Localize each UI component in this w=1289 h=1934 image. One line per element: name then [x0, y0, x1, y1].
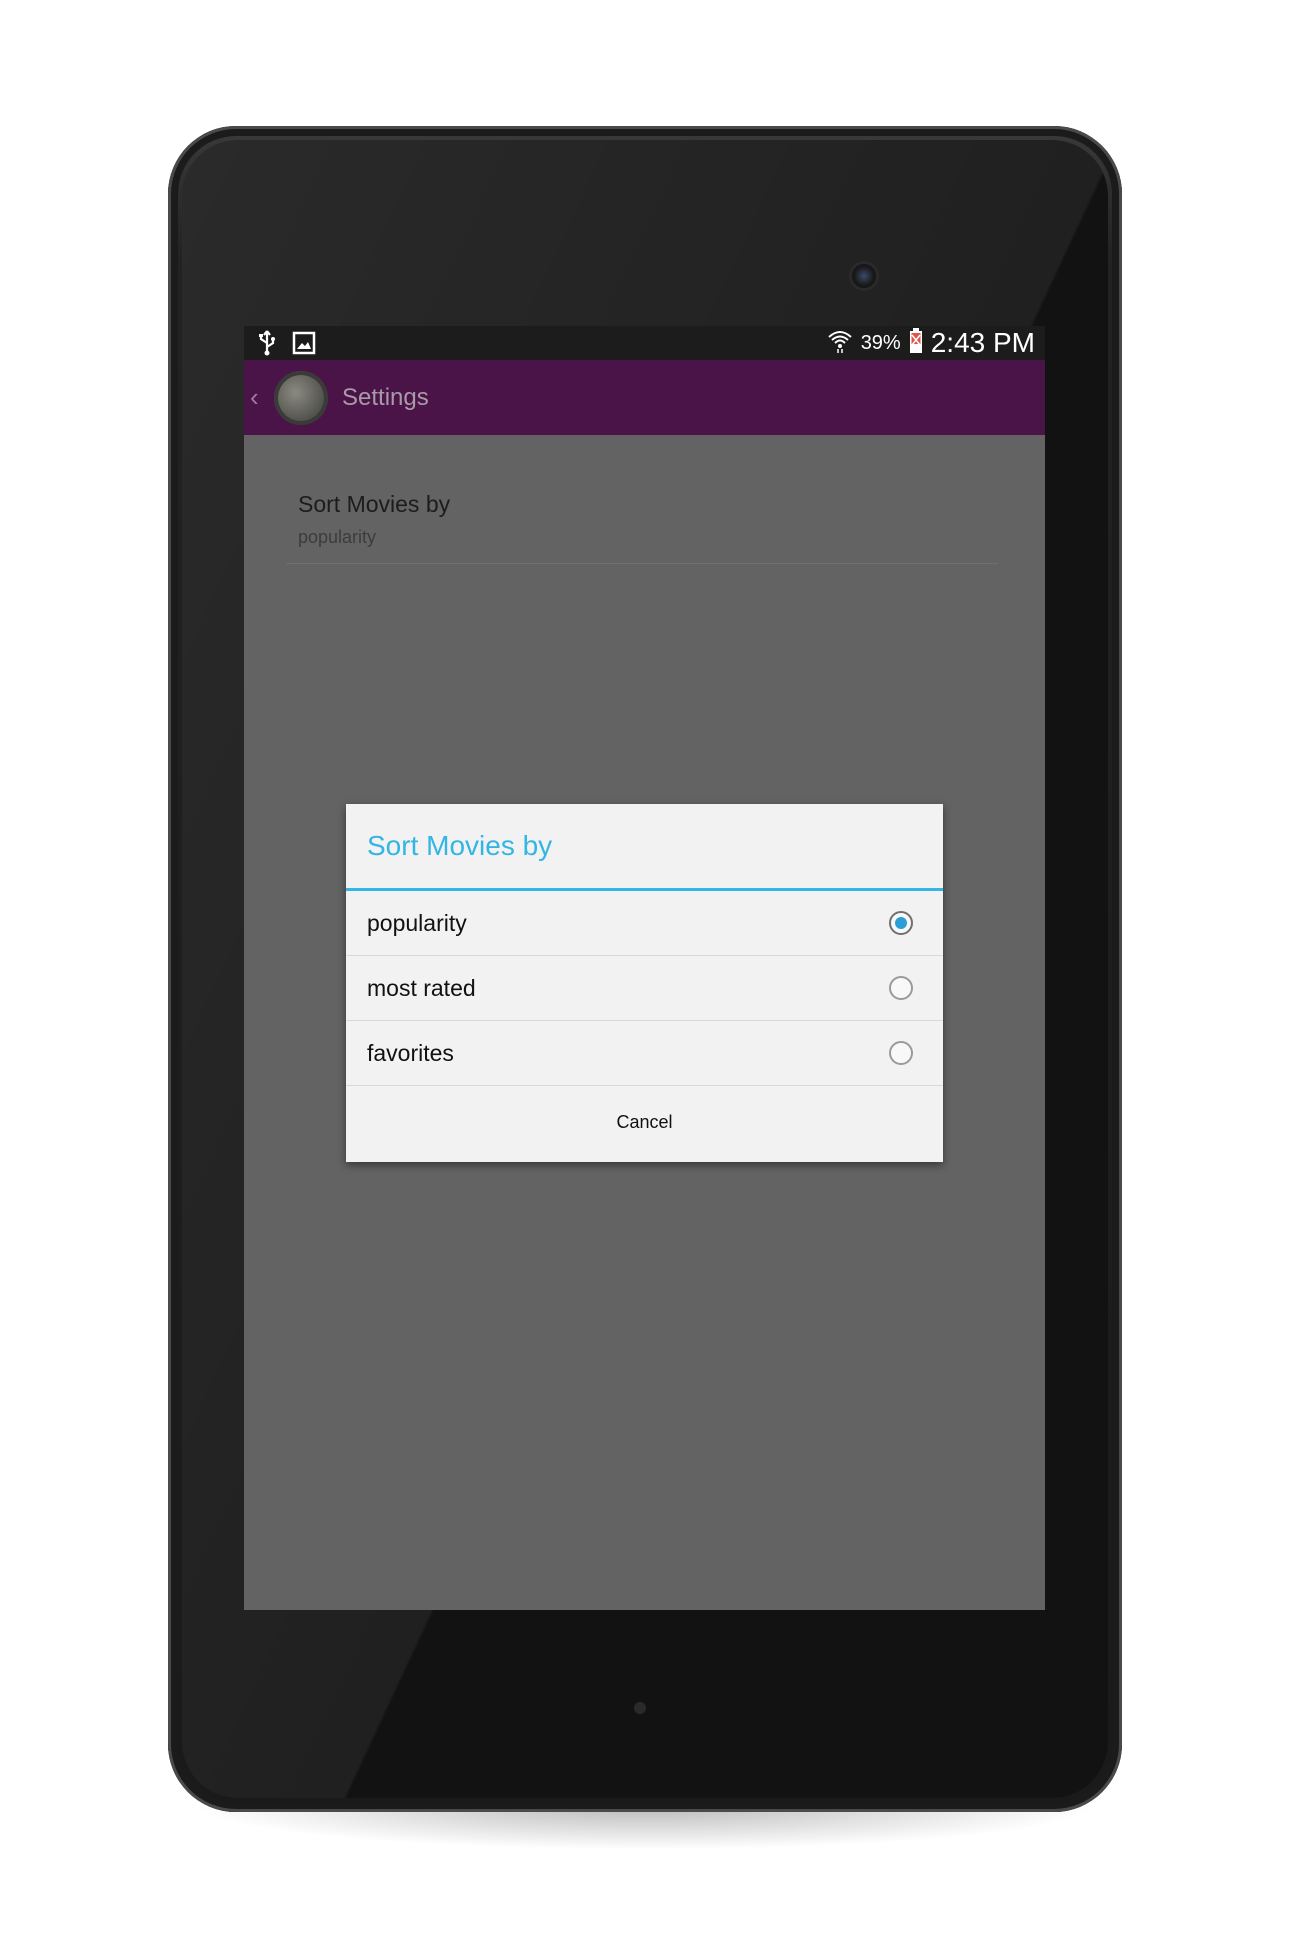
sort-dialog: Sort Movies by popularity most rated fav…	[346, 804, 943, 1162]
preference-summary: popularity	[298, 527, 377, 547]
radio-checked-icon[interactable]	[889, 911, 913, 935]
dialog-actions: Cancel	[346, 1086, 943, 1158]
front-camera	[852, 264, 876, 288]
device-screen: 39% 2:43 PM ‹ Settings Sort Movies by po…	[244, 326, 1045, 1610]
cancel-button[interactable]: Cancel	[616, 1112, 672, 1133]
status-clock: 2:43 PM	[930, 327, 1035, 358]
action-bar-title: Settings	[342, 383, 429, 411]
battery-percent: 39%	[860, 331, 901, 354]
option-popularity[interactable]: popularity	[346, 891, 943, 956]
preference-sort-movies[interactable]: Sort Movies by popularity	[286, 435, 998, 564]
option-favorites[interactable]: favorites	[346, 1021, 943, 1086]
preference-title: Sort Movies by	[298, 491, 451, 517]
app-logo-icon[interactable]	[274, 370, 328, 425]
status-bar: 39% 2:43 PM	[244, 326, 1045, 360]
radio-unchecked-icon[interactable]	[889, 976, 913, 1000]
option-label: most rated	[367, 974, 476, 1001]
option-most-rated[interactable]: most rated	[346, 956, 943, 1021]
image-icon	[292, 331, 316, 360]
dialog-title: Sort Movies by	[346, 804, 943, 891]
back-chevron-icon[interactable]: ‹	[250, 382, 270, 413]
option-label: favorites	[367, 1039, 454, 1066]
radio-unchecked-icon[interactable]	[889, 1041, 913, 1065]
battery-icon	[909, 327, 923, 359]
option-label: popularity	[367, 909, 467, 936]
action-bar: ‹ Settings	[244, 360, 1045, 435]
sensor-dot	[634, 1702, 646, 1714]
wifi-icon	[827, 329, 853, 358]
usb-icon	[256, 329, 278, 362]
